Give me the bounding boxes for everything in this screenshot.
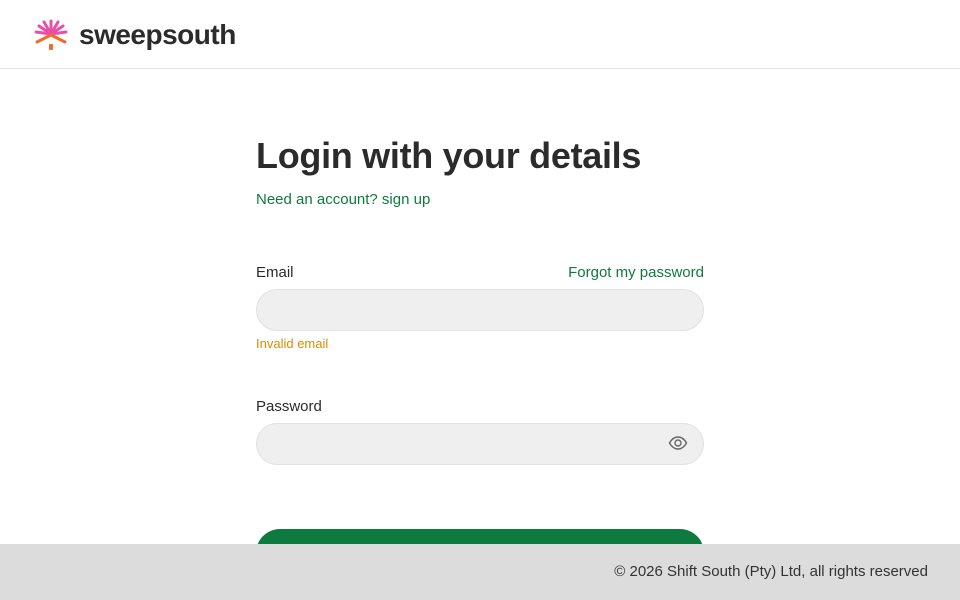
brand-logo[interactable]: sweepsouth (33, 18, 236, 52)
site-header: sweepsouth (0, 0, 960, 69)
brand-name: sweepsouth (79, 19, 236, 50)
page-title: Login with your details (256, 135, 642, 176)
signup-link[interactable]: Need an account? sign up (256, 191, 430, 208)
forgot-password-link[interactable]: Forgot my password (568, 264, 704, 281)
copyright-text: © 2026 Shift South (Pty) Ltd, all rights… (614, 563, 928, 580)
email-label: Email (256, 264, 294, 281)
password-field[interactable] (256, 423, 704, 465)
eye-icon[interactable] (668, 433, 688, 453)
email-error-message: Invalid email (256, 336, 329, 351)
email-field[interactable] (256, 289, 704, 331)
sweepsouth-logo-icon (34, 19, 68, 50)
password-label: Password (256, 398, 322, 415)
site-footer: © 2026 Shift South (Pty) Ltd, all rights… (0, 544, 960, 600)
